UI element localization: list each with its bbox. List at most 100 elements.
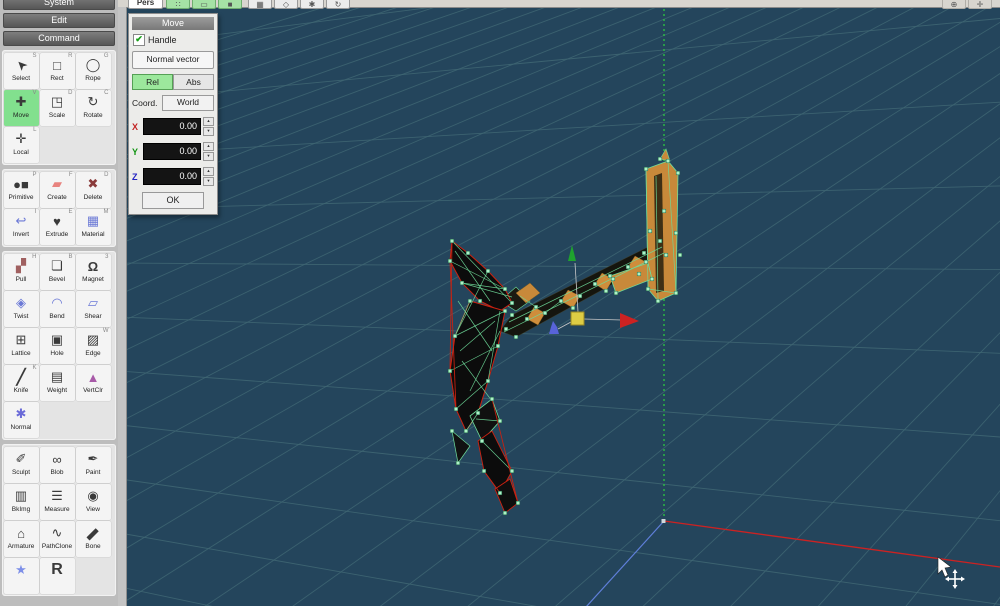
- move-panel-title[interactable]: Move: [132, 17, 214, 30]
- tool-blob[interactable]: ∞ Blob: [39, 446, 75, 483]
- coord-world-button[interactable]: World: [162, 95, 214, 111]
- tool-edge[interactable]: W ▨ Edge: [75, 327, 111, 364]
- tool-label: Bend: [49, 312, 65, 320]
- tool-pathclone[interactable]: ∿ PathClone: [39, 520, 75, 557]
- handle-label: Handle: [148, 35, 177, 45]
- tool-label: Twist: [13, 312, 29, 320]
- axis-z-row: Z 0.00 ▲ ▼: [132, 167, 214, 186]
- sidebar-divider: [118, 0, 127, 606]
- tool-bend[interactable]: ◠ Bend: [39, 290, 75, 327]
- handle-checkbox[interactable]: ✔: [133, 34, 145, 46]
- tool-extrude[interactable]: E ♥ Extrude: [39, 208, 75, 245]
- tool-shortcut-key: E: [68, 208, 73, 215]
- tool-twist[interactable]: ◈ Twist: [3, 290, 39, 327]
- axis-x-spin-up[interactable]: ▲: [203, 117, 214, 126]
- tool-knife[interactable]: K ╱ Knife: [3, 364, 39, 401]
- toolbar-button-2[interactable]: ◇: [274, 0, 298, 9]
- toolbar-edge-select-button[interactable]: ▭: [192, 0, 216, 9]
- z-axis-line: [586, 520, 665, 606]
- tool-shortcut-key: S: [32, 52, 37, 59]
- tool-sculpt[interactable]: ✐ Sculpt: [3, 446, 39, 483]
- tool-group: ✐ Sculpt ∞ Blob ✒ Paint ▥ BkImg ☰ Measure ◉ View ⌂ Ar…: [2, 444, 116, 596]
- view-mode-dropdown[interactable]: Pers: [128, 0, 163, 9]
- tool-delete[interactable]: D ✖ Delete: [75, 171, 111, 208]
- axis-y-spin-up[interactable]: ▲: [203, 142, 214, 151]
- tool-armature[interactable]: ⌂ Armature: [3, 520, 39, 557]
- tool-pull[interactable]: H ▞ Pull: [3, 253, 39, 290]
- x-axis-line: [663, 520, 1000, 568]
- tool-lattice[interactable]: ⊞ Lattice: [3, 327, 39, 364]
- tool-rect[interactable]: R □ Rect: [39, 52, 75, 89]
- tool-view[interactable]: ◉ View: [75, 483, 111, 520]
- move-tool-panel: Move ✔ Handle Normal vector Rel Abs Coor…: [128, 13, 218, 215]
- tool-rope[interactable]: G ◯ Rope: [75, 52, 111, 89]
- handle-option-row[interactable]: ✔ Handle: [133, 34, 213, 46]
- box-icon: ▦: [256, 0, 264, 9]
- tool-primitive[interactable]: P ●■ Primitive: [3, 171, 39, 208]
- tool-label: Normal: [10, 423, 32, 431]
- tool-magnet[interactable]: 3 Ω Magnet: [75, 253, 111, 290]
- tool-label: Sculpt: [11, 468, 31, 476]
- tool-vertclr[interactable]: ▲ VertClr: [75, 364, 111, 401]
- tool-label: Lattice: [11, 349, 31, 357]
- tool-label: BkImg: [11, 505, 31, 513]
- axis-y-input[interactable]: 0.00: [143, 143, 201, 160]
- tool-scale[interactable]: D ◳ Scale: [39, 89, 75, 126]
- axis-z-input[interactable]: 0.00: [143, 168, 201, 185]
- tool-paint[interactable]: ✒ Paint: [75, 446, 111, 483]
- tool-label: VertClr: [83, 386, 103, 394]
- tool-rotate[interactable]: C ↻ Rotate: [75, 89, 111, 126]
- tool-measure[interactable]: ☰ Measure: [39, 483, 75, 520]
- normal-vector-button[interactable]: Normal vector: [132, 51, 214, 69]
- tool-material[interactable]: M ▦ Material: [75, 208, 111, 245]
- tab-rel[interactable]: Rel: [132, 74, 173, 90]
- toolbar-button-1[interactable]: ▦: [248, 0, 272, 9]
- toolbar-button-3[interactable]: ✱: [300, 0, 324, 9]
- tool-shear[interactable]: ▱ Shear: [75, 290, 111, 327]
- axis-x-row: X 0.00 ▲ ▼: [132, 117, 214, 136]
- tool-invert[interactable]: I ↩ Invert: [3, 208, 39, 245]
- tool-bevel[interactable]: B ❏ Bevel: [39, 253, 75, 290]
- tool-bone[interactable]: ❚ Bone: [75, 520, 111, 557]
- viewport-3d[interactable]: [127, 7, 1000, 606]
- tool-star[interactable]: ★: [3, 557, 39, 594]
- gizmo-x-handle[interactable]: [620, 313, 639, 328]
- axis-y-spin-down[interactable]: ▼: [203, 152, 214, 161]
- tool-label: Edge: [85, 349, 101, 357]
- tool-bkimg[interactable]: ▥ BkImg: [3, 483, 39, 520]
- axis-z-spin-down[interactable]: ▼: [203, 177, 214, 186]
- toolbar-face-select-button[interactable]: ■: [218, 0, 242, 9]
- axis-z-label: Z: [132, 171, 138, 182]
- toolbar-button-4[interactable]: ↻: [326, 0, 350, 9]
- sidebar-header-edit[interactable]: Edit: [3, 13, 115, 28]
- zoom-tool-button[interactable]: ⊕: [942, 0, 966, 9]
- tool-label: Armature: [7, 542, 35, 550]
- tool-shortcut-key: M: [103, 208, 109, 215]
- axe-model-mesh[interactable]: [447, 148, 683, 516]
- tool-shortcut-key: D: [104, 171, 109, 178]
- pan-tool-button[interactable]: ✛: [968, 0, 992, 9]
- tool-weight[interactable]: ▤ Weight: [39, 364, 75, 401]
- gizmo-center-handle[interactable]: [570, 311, 585, 326]
- tool-local[interactable]: L ✛ Local: [3, 126, 39, 163]
- tool-label: Blob: [50, 468, 64, 476]
- tool-move[interactable]: V ✚ Move: [3, 89, 39, 126]
- tab-abs[interactable]: Abs: [173, 74, 214, 90]
- axis-z-spin-up[interactable]: ▲: [203, 167, 214, 176]
- tool-group: P ●■ Primitive F ▰ Create D ✖ Delete I ↩ Invert E ♥ Ex…: [2, 169, 116, 247]
- tool-normal[interactable]: ✱ Normal: [3, 401, 39, 438]
- toolbar-vertex-select-button[interactable]: ∷: [166, 0, 190, 9]
- tool-create[interactable]: F ▰ Create: [39, 171, 75, 208]
- tool-rlogo[interactable]: R: [39, 557, 75, 594]
- sidebar-header-command[interactable]: Command: [3, 31, 115, 46]
- rel-abs-tabs: Rel Abs: [132, 74, 214, 90]
- axis-x-input[interactable]: 0.00: [143, 118, 201, 135]
- tool-shortcut-key: K: [32, 364, 37, 371]
- ok-button[interactable]: OK: [142, 192, 204, 209]
- tool-select[interactable]: S ➤ Select: [3, 52, 39, 89]
- command-tool-groups: S ➤ Select R □ Rect G ◯ Rope V ✚ Move D ◳ Scale C ↻ Rotat…: [2, 50, 116, 596]
- tool-hole[interactable]: ▣ Hole: [39, 327, 75, 364]
- tool-shortcut-key: 3: [105, 253, 109, 260]
- axis-x-spin-down[interactable]: ▼: [203, 127, 214, 136]
- sidebar-header-system[interactable]: System: [3, 0, 115, 10]
